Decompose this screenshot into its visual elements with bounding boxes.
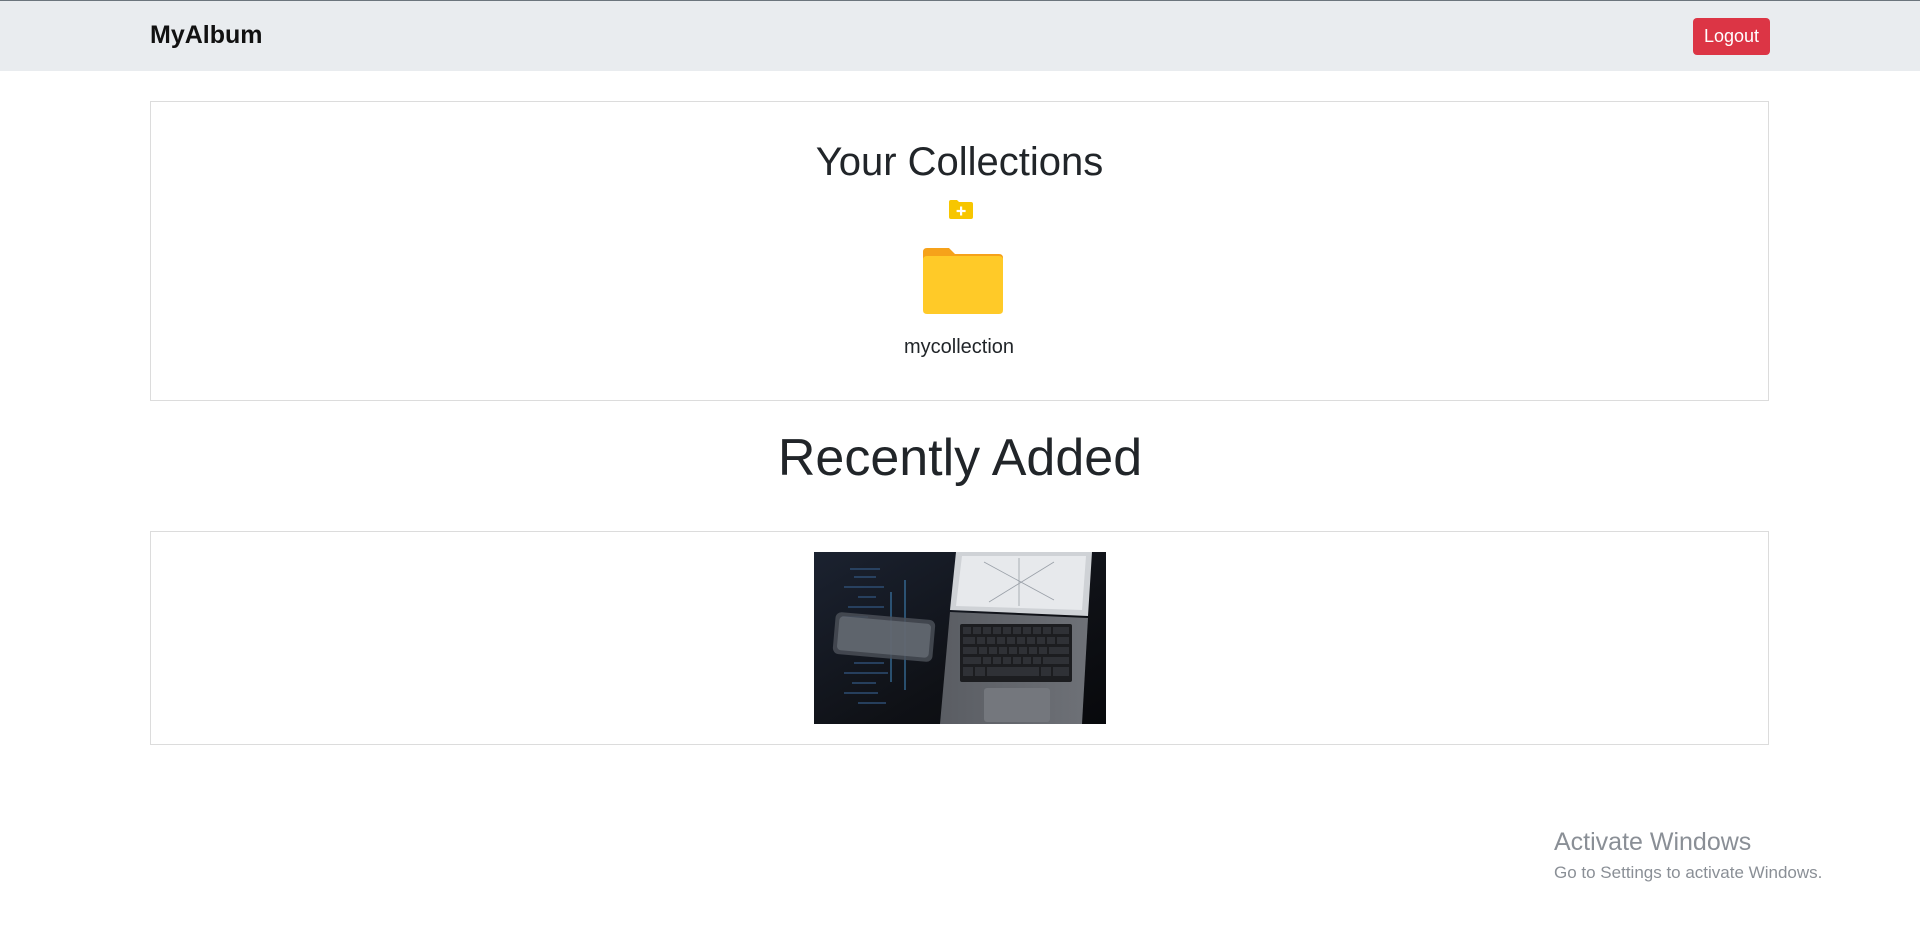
- logout-button[interactable]: Logout: [1693, 18, 1770, 55]
- recent-photo-thumbnail[interactable]: [814, 552, 1106, 724]
- laptop-photo-image: [814, 552, 1106, 724]
- navbar: MyAlbum Logout: [0, 1, 1920, 71]
- brand-logo[interactable]: MyAlbum: [150, 21, 263, 50]
- collection-name: mycollection: [903, 336, 1015, 358]
- collections-title: Your Collections: [815, 140, 1104, 184]
- collection-folder-mycollection[interactable]: mycollection: [889, 242, 1029, 362]
- watermark-subtitle: Go to Settings to activate Windows.: [1554, 863, 1823, 882]
- folder-icon: [923, 248, 1003, 314]
- collections-card: Your Collections mycollection: [150, 101, 1769, 401]
- recent-title: Recently Added: [777, 429, 1143, 487]
- recent-card: [150, 531, 1769, 745]
- watermark-title: Activate Windows: [1554, 828, 1752, 856]
- folder-plus-icon[interactable]: [948, 198, 974, 220]
- windows-activation-watermark: Activate Windows Go to Settings to activ…: [1554, 828, 1822, 883]
